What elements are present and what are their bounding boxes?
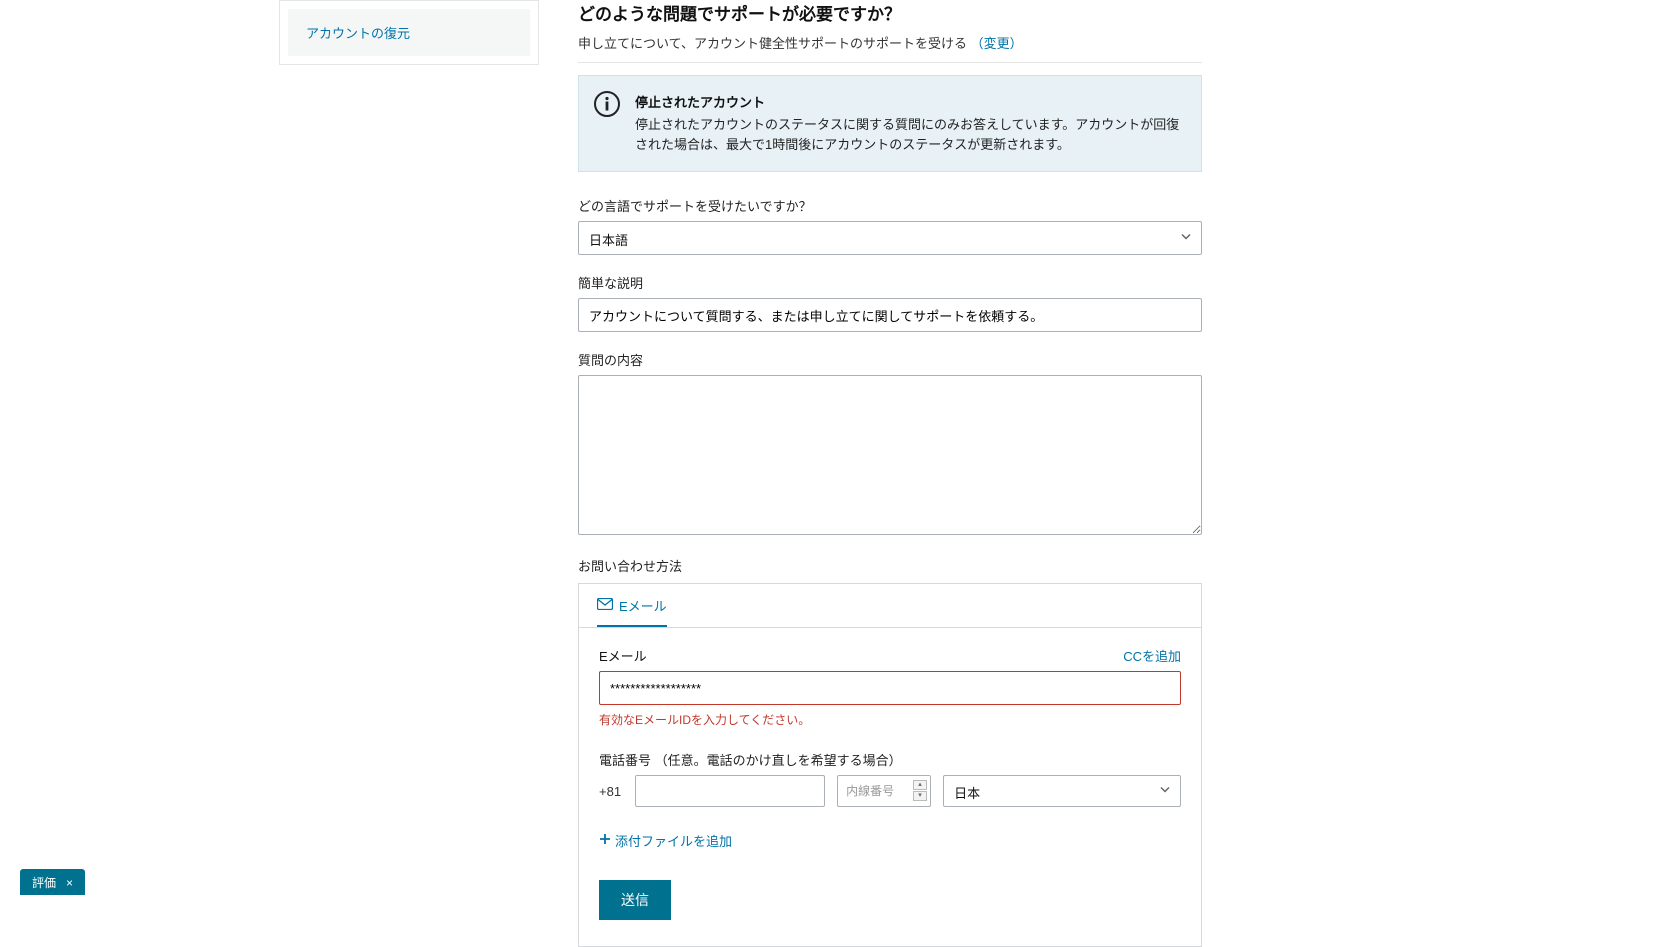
add-cc-link[interactable]: CCを追加 — [1123, 646, 1181, 665]
subtitle-row: 申し立てについて、アカウント健全性サポートのサポートを受ける （変更） — [578, 33, 1202, 63]
email-field-label: Eメール — [599, 646, 647, 665]
language-label: どの言語でサポートを受けたいですか？ — [578, 196, 1202, 215]
spinner-down[interactable]: ▾ — [913, 791, 927, 801]
attach-file-link[interactable]: 添付ファイルを追加 — [599, 831, 1181, 850]
sidebar-item-label: アカウントの復元 — [306, 26, 410, 41]
details-textarea[interactable] — [578, 375, 1202, 535]
extension-spinner: ▴ ▾ — [913, 780, 927, 801]
plus-icon — [599, 833, 611, 848]
tab-email-label: Eメール — [619, 596, 667, 615]
spinner-up[interactable]: ▴ — [913, 780, 927, 790]
subtitle-text: 申し立てについて、アカウント健全性サポートのサポートを受ける — [578, 36, 971, 51]
page-heading: どのような問題でサポートが必要ですか？ — [578, 0, 1202, 25]
contact-method-label: お問い合わせ方法 — [578, 556, 1202, 575]
details-label: 質問の内容 — [578, 350, 1202, 369]
sidebar-item-account-restore[interactable]: アカウントの復元 — [288, 9, 530, 56]
country-select[interactable]: 日本 — [943, 775, 1181, 807]
contact-panel: Eメール Eメール CCを追加 有効なEメールIDを入力してください。 電話番号… — [578, 583, 1202, 947]
brief-label: 簡単な説明 — [578, 273, 1202, 292]
phone-label: 電話番号 （任意。電話のかけ直しを希望する場合） — [599, 750, 1181, 769]
email-input[interactable] — [599, 671, 1181, 705]
feedback-label: 評価 — [32, 874, 56, 891]
email-icon — [597, 598, 613, 613]
attach-file-label: 添付ファイルを追加 — [615, 831, 732, 850]
feedback-tab[interactable]: 評価 × — [20, 869, 85, 895]
sidebar: アカウントの復元 — [279, 0, 539, 65]
phone-input[interactable] — [635, 775, 825, 807]
notice-title: 停止されたアカウント — [635, 92, 1185, 111]
tab-email[interactable]: Eメール — [597, 584, 667, 627]
email-error-message: 有効なEメールIDを入力してください。 — [599, 711, 1181, 728]
info-icon — [593, 90, 621, 118]
notice-body: 停止されたアカウントのステータスに関する質問にのみお答えしています。アカウントが… — [635, 115, 1185, 155]
close-icon[interactable]: × — [66, 876, 73, 890]
change-link[interactable]: （変更） — [971, 36, 1023, 51]
main-content: どのような問題でサポートが必要ですか？ 申し立てについて、アカウント健全性サポー… — [578, 0, 1202, 947]
brief-input[interactable] — [578, 298, 1202, 332]
info-notice: 停止されたアカウント 停止されたアカウントのステータスに関する質問にのみお答えし… — [578, 75, 1202, 172]
submit-button[interactable]: 送信 — [599, 880, 671, 920]
phone-prefix: +81 — [599, 784, 623, 799]
language-select[interactable]: 日本語 — [578, 221, 1202, 255]
